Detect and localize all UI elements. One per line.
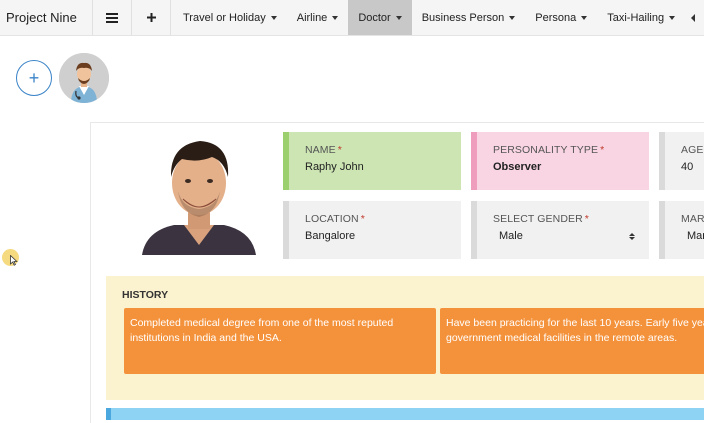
name-field[interactable]: NAME * Raphy John	[283, 132, 461, 190]
caret-down-icon	[581, 15, 588, 20]
required-mark: *	[600, 144, 605, 156]
nav-label: Doctor	[358, 11, 391, 24]
doctor-avatar[interactable]	[59, 53, 109, 103]
nav-item-travel[interactable]: Travel or Holiday	[170, 0, 287, 35]
nav-item-doctor[interactable]: Doctor	[348, 0, 412, 35]
name-value[interactable]: Raphy John	[305, 161, 461, 173]
location-field[interactable]: LOCATION * Bangalore	[283, 201, 461, 259]
caret-down-icon	[669, 15, 676, 20]
menu-button[interactable]	[92, 0, 131, 35]
nav-label: Taxi-Hailing	[607, 11, 665, 24]
brand-title[interactable]: Project Nine	[0, 0, 92, 35]
history-card[interactable]: Completed medical degree from one of the…	[124, 308, 436, 374]
next-section-strip	[106, 408, 704, 420]
name-label: NAME	[305, 144, 336, 156]
caret-down-icon	[270, 15, 277, 20]
marital-status-field[interactable]: MARIT Marri	[659, 201, 704, 259]
personality-value[interactable]: Observer	[493, 161, 649, 173]
age-value[interactable]: 40	[681, 161, 704, 173]
add-button[interactable]: +	[16, 60, 52, 96]
persona-photo-image	[140, 133, 258, 255]
age-field[interactable]: AGE* 40	[659, 132, 704, 190]
required-mark: *	[337, 144, 342, 156]
marital-value[interactable]: Marri	[681, 230, 704, 242]
top-navbar: Project Nine Travel or Holiday Airline D…	[0, 0, 704, 36]
personality-type-field[interactable]: PERSONALITY TYPE * Observer	[471, 132, 649, 190]
history-title: HISTORY	[122, 289, 169, 301]
nav-item-persona[interactable]: Persona	[525, 0, 597, 35]
nav-label: Business Person	[421, 11, 505, 24]
nav-item-airline[interactable]: Airline	[287, 0, 349, 35]
caret-down-icon	[395, 15, 402, 20]
mouse-cursor-icon	[10, 255, 18, 266]
gender-label: SELECT GENDER	[493, 213, 583, 225]
caret-down-icon	[332, 15, 339, 20]
plus-icon	[146, 13, 156, 22]
plus-icon: +	[28, 67, 40, 88]
doctor-avatar-icon	[59, 53, 109, 103]
select-arrows-icon	[629, 232, 635, 240]
location-value[interactable]: Bangalore	[305, 230, 461, 242]
gender-select[interactable]: Male	[493, 230, 649, 242]
persona-photo	[140, 133, 258, 255]
gender-value: Male	[499, 230, 523, 242]
location-label: LOCATION	[305, 213, 359, 225]
nav-item-taxi-hailing[interactable]: Taxi-Hailing	[597, 0, 685, 35]
marital-label: MARIT	[681, 213, 704, 225]
required-mark: *	[584, 213, 589, 225]
hamburger-icon	[106, 12, 118, 23]
required-mark: *	[360, 213, 365, 225]
nav-item-business-person[interactable]: Business Person	[412, 0, 526, 35]
personality-label: PERSONALITY TYPE	[493, 144, 599, 156]
chevron-left-icon	[691, 13, 695, 22]
nav-label: Persona	[535, 11, 577, 24]
age-label: AGE	[681, 144, 704, 156]
history-section: HISTORY Completed medical degree from on…	[106, 276, 704, 400]
nav-scroll-left-button[interactable]	[682, 0, 704, 35]
add-persona-button[interactable]	[131, 0, 170, 35]
history-card[interactable]: Have been practicing for the last 10 yea…	[440, 308, 704, 374]
gender-field[interactable]: SELECT GENDER * Male	[471, 201, 649, 259]
nav-label: Travel or Holiday	[183, 11, 266, 24]
caret-down-icon	[509, 15, 516, 20]
nav-label: Airline	[296, 11, 328, 24]
